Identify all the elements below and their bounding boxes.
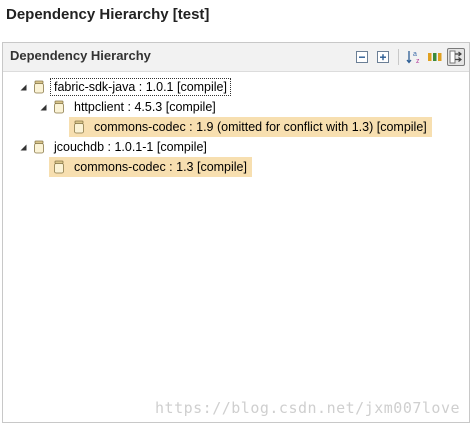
collapse-all-icon (356, 51, 368, 63)
watermark-text: https://blog.csdn.net/jxm007love (155, 399, 460, 417)
panel-toolbar: a z (353, 47, 465, 67)
show-conflicts-icon (449, 50, 462, 64)
tree-item-label: commons-codec : 1.3 [compile] (74, 160, 247, 174)
expanded-arrow-icon (40, 104, 47, 110)
jar-icon (34, 80, 44, 94)
tree-expand-arrow[interactable] (39, 103, 48, 112)
sort-alphabetically-icon: a z (406, 51, 420, 65)
panel-title: Dependency Hierarchy (10, 48, 151, 63)
collapse-all-button[interactable] (353, 48, 371, 66)
expand-all-icon (377, 51, 389, 63)
tree-expand-arrow[interactable] (19, 83, 28, 92)
sort-button[interactable]: a z (405, 48, 423, 66)
tree-item-resolved[interactable]: commons-codec : 1.3 [compile] (49, 157, 252, 177)
tree-item[interactable]: fabric-sdk-java : 1.0.1 [compile] (19, 77, 231, 97)
jar-icon (34, 140, 44, 154)
columns-button[interactable] (426, 48, 444, 66)
tree-item[interactable]: httpclient : 4.5.3 [compile] (39, 97, 219, 117)
tree-item-label: fabric-sdk-java : 1.0.1 [compile] (50, 78, 231, 96)
svg-text:z: z (416, 58, 420, 65)
show-columns-icon (428, 53, 442, 61)
jar-icon (74, 120, 84, 134)
dependency-hierarchy-panel: Dependency Hierarchy a z fabric-sdk-java… (2, 42, 470, 423)
tree-expand-arrow[interactable] (19, 143, 28, 152)
tree-item[interactable]: jcouchdb : 1.0.1-1 [compile] (19, 137, 210, 157)
tree-item-conflict[interactable]: commons-codec : 1.9 (omitted for conflic… (69, 117, 432, 137)
jar-icon (54, 160, 64, 174)
expand-all-button[interactable] (374, 48, 392, 66)
svg-text:a: a (413, 51, 417, 58)
view-title: Dependency Hierarchy [test] (6, 6, 210, 23)
tree-item-label: httpclient : 4.5.3 [compile] (74, 100, 216, 114)
toolbar-separator (398, 49, 399, 65)
show-conflicts-button[interactable] (447, 48, 465, 66)
tree-item-label: commons-codec : 1.9 (omitted for conflic… (94, 120, 427, 134)
expanded-arrow-icon (20, 144, 27, 150)
panel-header: Dependency Hierarchy a z (3, 43, 469, 72)
dependency-tree[interactable]: fabric-sdk-java : 1.0.1 [compile] httpcl… (3, 73, 469, 422)
tree-item-label: jcouchdb : 1.0.1-1 [compile] (54, 140, 207, 154)
jar-icon (54, 100, 64, 114)
expanded-arrow-icon (20, 84, 27, 90)
